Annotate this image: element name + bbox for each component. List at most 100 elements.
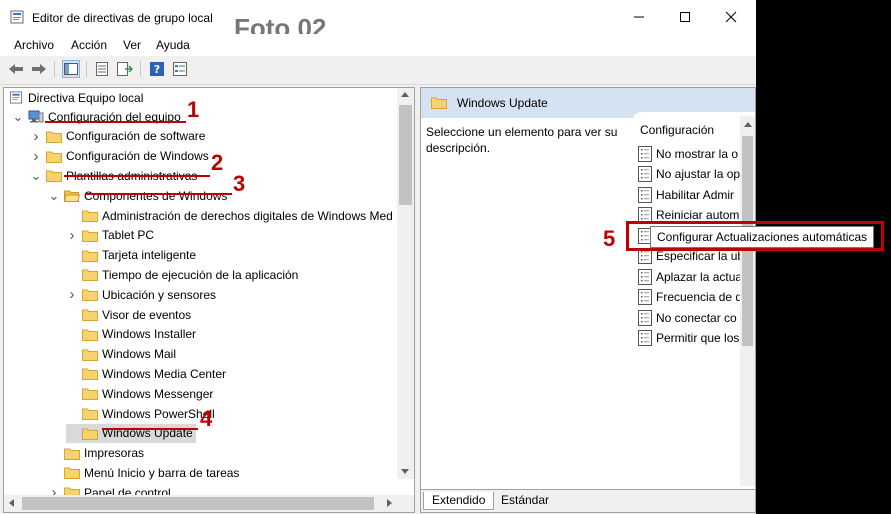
folder-icon	[46, 170, 62, 183]
close-button[interactable]	[708, 0, 754, 34]
tree-item[interactable]: Windows Update	[66, 423, 196, 443]
tree-item-label: Menú Inicio y barra de tareas	[84, 465, 240, 480]
folder-icon	[431, 97, 447, 109]
tree-item[interactable]: Tiempo de ejecución de la aplicación	[66, 265, 298, 284]
properties-button[interactable]	[93, 60, 111, 78]
policy-setting-icon	[638, 268, 652, 285]
title-bar: Editor de directivas de grupo local Foto…	[0, 0, 756, 43]
scroll-up-arrow-icon[interactable]	[744, 122, 752, 127]
setting-row[interactable]: No ajustar la op	[638, 165, 740, 184]
annotation-underline-3	[85, 193, 232, 195]
tree-item[interactable]: Impresoras	[48, 444, 144, 463]
tree-item[interactable]: ⌄ Componentes de Windows	[48, 186, 228, 205]
menu-ver[interactable]: Ver	[123, 38, 141, 52]
setting-row[interactable]: Aplazar la actua	[638, 267, 742, 286]
setting-row[interactable]: Habilitar Admir	[638, 185, 734, 204]
tab-estandar[interactable]: Estándar	[493, 492, 557, 509]
forward-button[interactable]	[30, 60, 48, 78]
tree-item-label: Configuración de software	[66, 129, 206, 144]
setting-row[interactable]: No mostrar la o	[638, 144, 738, 163]
tree-root[interactable]: Directiva Equipo local	[8, 88, 143, 107]
scroll-up-arrow-icon[interactable]	[401, 92, 409, 97]
gpedit-window: Editor de directivas de grupo local Foto…	[0, 0, 756, 514]
tree-vertical-scrollbar[interactable]	[397, 88, 414, 479]
details-header-title: Windows Update	[457, 96, 548, 110]
scroll-down-arrow-icon[interactable]	[401, 469, 409, 474]
minimize-icon	[634, 16, 644, 18]
folder-icon	[64, 467, 80, 480]
scroll-right-arrow-icon[interactable]	[387, 499, 392, 507]
tree-hscroll-thumb[interactable]	[22, 497, 374, 510]
tree-item-label: Configuración de Windows	[66, 149, 209, 164]
details-vertical-scrollbar[interactable]	[740, 116, 755, 486]
setting-label: Habilitar Admir	[656, 187, 735, 202]
folder-icon	[82, 269, 98, 282]
tree-item[interactable]: ⌄ Configuración del equipo	[12, 107, 181, 126]
annotation-number-2: 2	[211, 150, 224, 175]
help-button[interactable]: ?	[148, 60, 166, 78]
maximize-icon	[680, 12, 690, 22]
filter-icon	[173, 62, 187, 76]
tree-item-label: Windows PowerShell	[102, 406, 215, 421]
column-header-configuracion[interactable]: Configuración	[640, 123, 714, 137]
folder-icon	[46, 151, 62, 163]
menu-archivo[interactable]: Archivo	[14, 38, 54, 52]
minimize-button[interactable]	[616, 0, 662, 34]
tree-item[interactable]: Windows Messenger	[66, 384, 213, 403]
tree-item-label: Visor de eventos	[102, 307, 192, 322]
tree-item[interactable]: Visor de eventos	[66, 305, 191, 324]
toolbar-separator	[140, 61, 141, 77]
show-hide-tree-button[interactable]	[62, 60, 80, 78]
folder-icon	[82, 329, 98, 341]
tree-item[interactable]: Windows PowerShell	[66, 404, 215, 423]
chevron-right-icon[interactable]: ›	[30, 127, 42, 146]
export-list-button[interactable]	[116, 60, 134, 78]
chevron-down-icon[interactable]: ⌄	[48, 186, 60, 205]
folder-icon	[46, 131, 62, 143]
setting-row[interactable]: No conectar co	[638, 308, 737, 327]
toolbar: ?	[0, 56, 756, 85]
back-arrow-icon	[9, 64, 23, 74]
tree-pane[interactable]: Directiva Equipo local ⌄ Configuración de…	[3, 87, 415, 513]
setting-label: Especificar la ub	[656, 249, 745, 263]
chevron-down-icon[interactable]: ⌄	[12, 107, 24, 126]
scroll-left-arrow-icon[interactable]	[9, 499, 14, 507]
folder-icon	[82, 230, 98, 242]
chevron-right-icon[interactable]: ›	[66, 226, 78, 245]
annotation-underline-1	[45, 121, 186, 123]
chevron-right-icon[interactable]: ›	[66, 285, 78, 304]
setting-row[interactable]: Frecuencia de d	[638, 288, 742, 307]
tree-item[interactable]: Menú Inicio y barra de tareas	[48, 463, 239, 482]
policy-setting-icon	[638, 166, 652, 182]
tree-item[interactable]: Windows Installer	[66, 325, 196, 344]
filter-button[interactable]	[171, 60, 189, 78]
tree-item-label: Windows Mail	[102, 347, 177, 362]
tree-item[interactable]: › Tablet PC	[66, 226, 155, 245]
chevron-down-icon[interactable]: ⌄	[30, 166, 42, 185]
tab-extendido[interactable]: Extendido	[423, 492, 495, 510]
tree-item[interactable]: Administración de derechos digitales de …	[66, 206, 393, 225]
tree-item[interactable]: Tarjeta inteligente	[66, 246, 196, 265]
tree-scroll-thumb[interactable]	[399, 105, 412, 205]
maximize-button[interactable]	[662, 0, 708, 34]
tree-horizontal-scrollbar[interactable]	[4, 495, 414, 512]
back-button[interactable]	[7, 60, 25, 78]
chevron-right-icon[interactable]: ›	[30, 147, 42, 166]
tree-item[interactable]: › Configuración de Windows	[30, 147, 209, 166]
setting-label: Frecuencia de d	[656, 290, 743, 304]
tree-item[interactable]: Windows Media Center	[66, 364, 226, 383]
tree-item[interactable]: Windows Mail	[66, 345, 176, 364]
menu-ayuda[interactable]: Ayuda	[156, 38, 190, 52]
tree-item[interactable]: › Ubicación y sensores	[66, 285, 217, 304]
setting-row[interactable]: Permitir que los	[638, 329, 739, 348]
tree-item-label: Impresoras	[84, 446, 145, 461]
tree-item[interactable]: › Configuración de software	[30, 127, 206, 146]
details-pane: Windows Update Seleccione un elemento pa…	[420, 87, 756, 513]
menu-accion[interactable]: Acción	[71, 38, 107, 52]
